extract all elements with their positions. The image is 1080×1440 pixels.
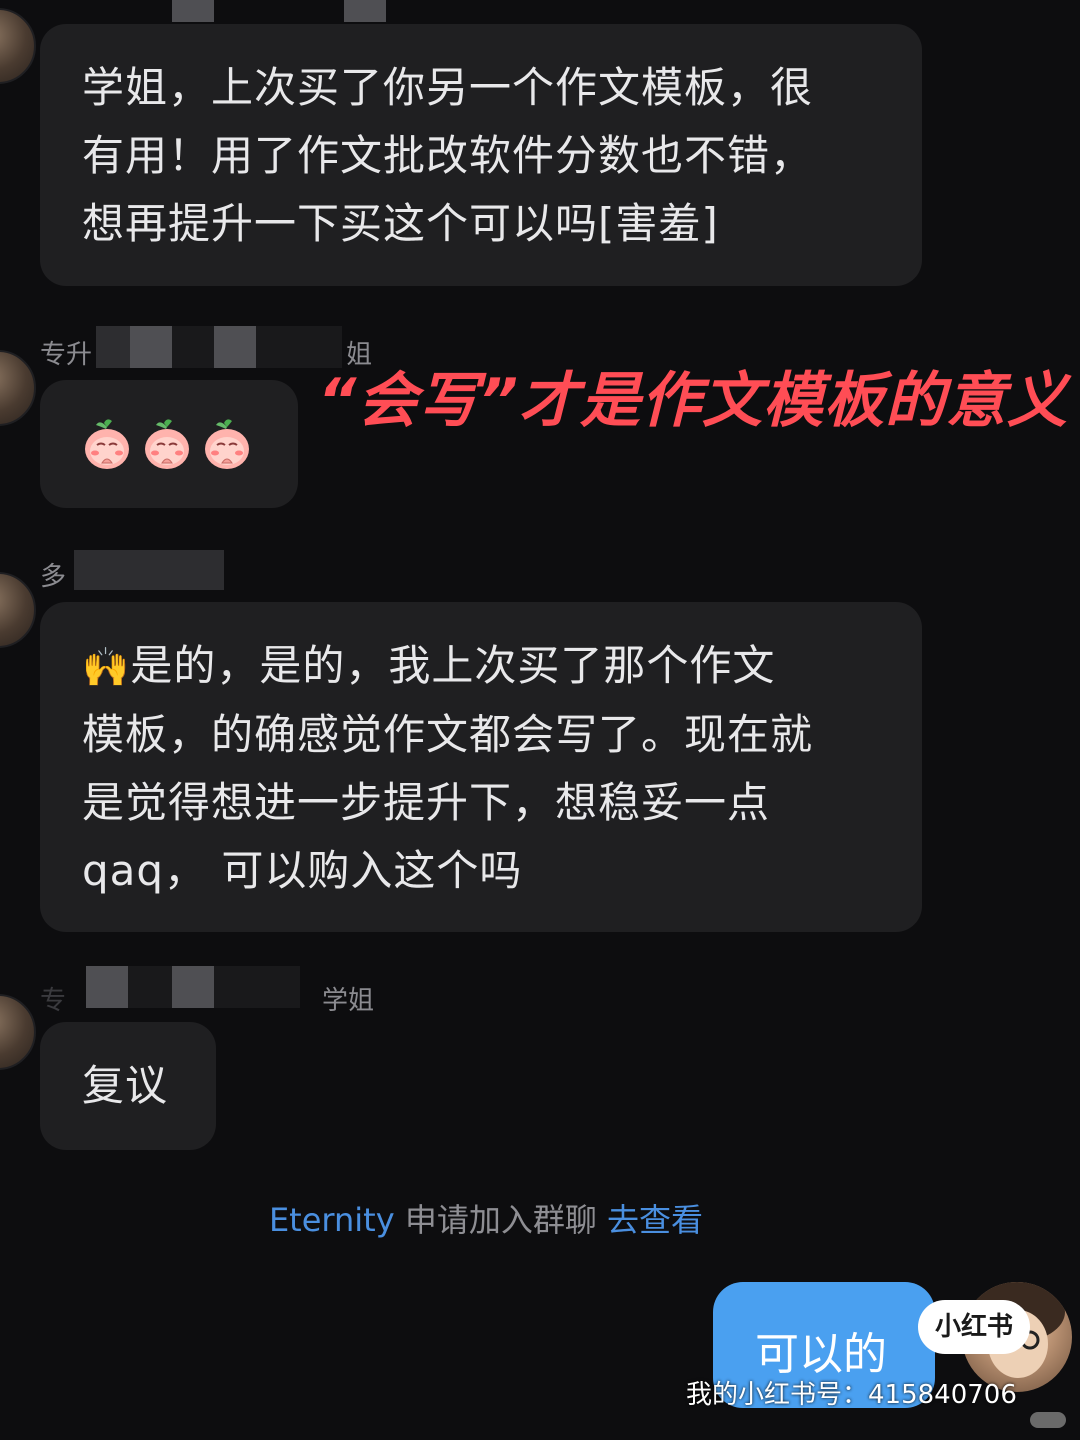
sender-name-suffix: 学姐 — [322, 986, 375, 1016]
message-bubble[interactable]: 复议 — [40, 1022, 216, 1150]
sender-avatar[interactable] — [0, 994, 36, 1070]
raised-hands-icon: 🙌 — [82, 645, 131, 689]
redaction-block — [344, 0, 386, 22]
redaction-block — [96, 326, 130, 368]
message-text: 复议 — [82, 1061, 169, 1110]
redaction-block — [172, 0, 214, 22]
redaction-block — [130, 326, 172, 368]
xiaohongshu-logo: 小红书 — [918, 1300, 1030, 1354]
emoji-message-bubble[interactable] — [40, 380, 298, 508]
sender-avatar[interactable] — [0, 8, 36, 84]
peach-pray-emoji — [142, 417, 192, 471]
system-user-name[interactable]: Eternity — [269, 1201, 395, 1239]
system-action-text: 申请加入群聊 — [394, 1201, 608, 1239]
peach-pray-emoji — [202, 417, 252, 471]
account-watermark: 我的小红书号：415840706 — [686, 1380, 1017, 1410]
message-bubble[interactable]: 🙌是的，是的，我上次买了那个作文 模板，的确感觉作文都会写了。现在就 是觉得想进… — [40, 602, 922, 932]
system-message: Eternity 申请加入群聊 去查看 — [0, 1195, 972, 1241]
message-text: 学姐，上次买了你另一个作文模板，很 有用！用了作文批改软件分数也不错， 想再提升… — [82, 63, 814, 248]
redaction-block — [172, 326, 214, 368]
redaction-block — [74, 550, 224, 590]
message-bubble[interactable]: 学姐，上次买了你另一个作文模板，很 有用！用了作文批改软件分数也不错， 想再提升… — [40, 24, 922, 286]
sender-avatar[interactable] — [0, 572, 36, 648]
redaction-block — [214, 966, 300, 1008]
sender-name-prefix: 专 — [40, 986, 67, 1016]
view-link[interactable]: 去查看 — [607, 1201, 703, 1239]
emoji-row — [40, 380, 298, 508]
peach-pray-emoji — [82, 417, 132, 471]
message-text-content: 是的，是的，我上次买了那个作文 模板，的确感觉作文都会写了。现在就 是觉得想进一… — [82, 641, 814, 895]
sender-avatar[interactable] — [0, 350, 36, 426]
redaction-block — [172, 966, 214, 1008]
overlay-caption: “会写”才是作文模板的意义 — [317, 366, 1068, 436]
redaction-block — [128, 966, 172, 1008]
corner-watermark-icon — [1030, 1412, 1066, 1428]
sender-name-prefix: 多 — [40, 562, 67, 592]
sender-name-prefix: 专升 — [40, 340, 93, 370]
redaction-block — [214, 326, 256, 368]
redaction-block — [86, 966, 128, 1008]
my-message-text: 可以的 — [755, 1329, 887, 1380]
message-text: 🙌是的，是的，我上次买了那个作文 模板，的确感觉作文都会写了。现在就 是觉得想进… — [82, 632, 922, 905]
